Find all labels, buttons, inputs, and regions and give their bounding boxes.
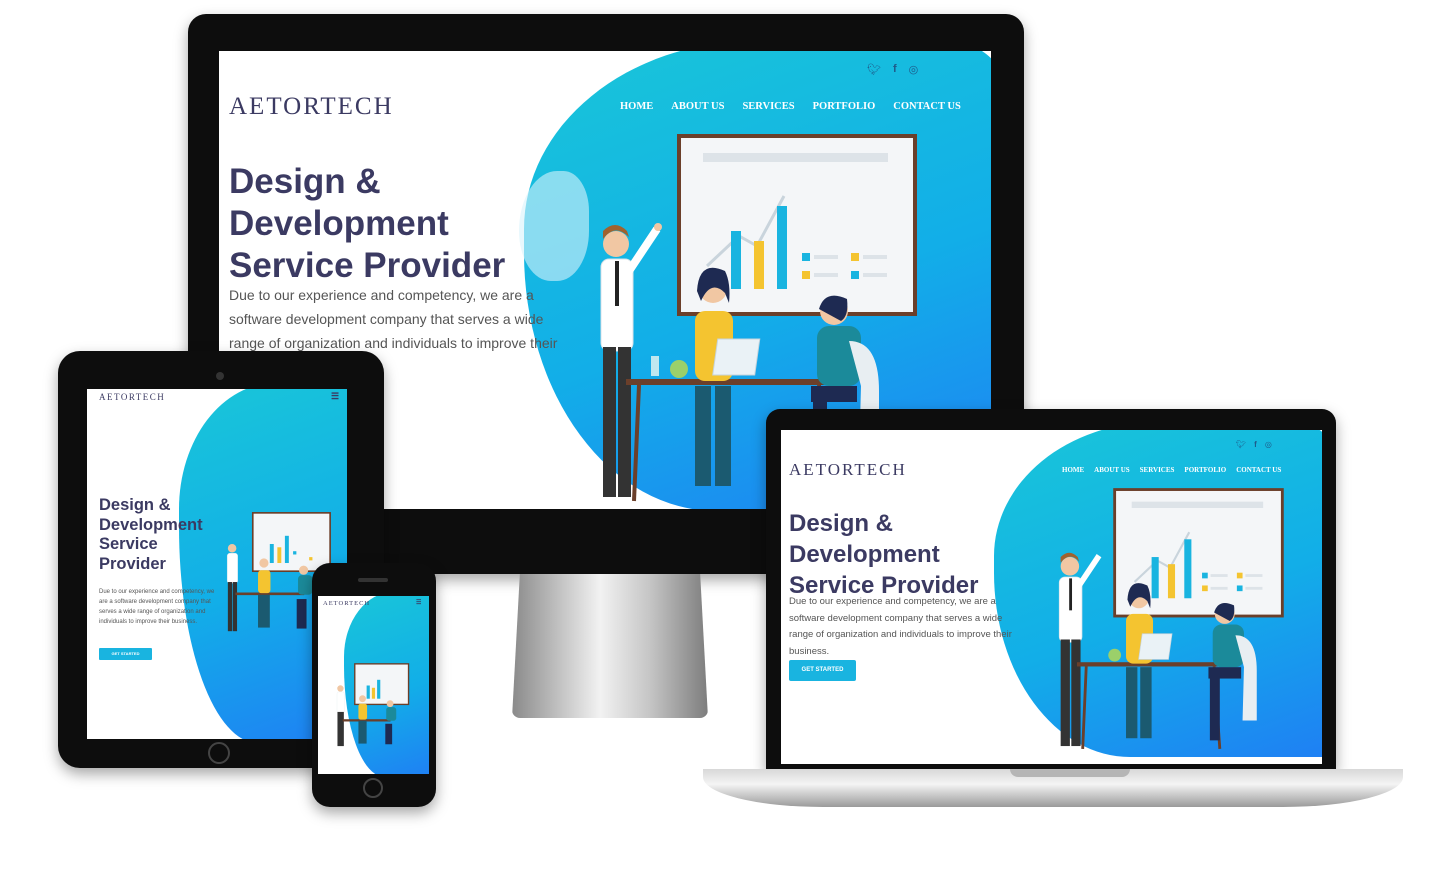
- website-laptop: 🐦︎ f ◎ AETORTECH HOME ABOUT US SERVICES …: [781, 430, 1322, 764]
- phone-speaker: [358, 578, 388, 582]
- brand-logo[interactable]: AETORTECH: [99, 392, 165, 402]
- hero-title-line-3: Service: [99, 535, 158, 553]
- hero-description: Due to our experience and competency, we…: [789, 596, 1012, 657]
- nav-home[interactable]: HOME: [620, 101, 653, 112]
- get-started-button[interactable]: GET STARTED: [789, 660, 856, 681]
- nav-portfolio[interactable]: PORTFOLIO: [1184, 466, 1226, 474]
- nav-services[interactable]: SERVICES: [742, 101, 794, 112]
- team-meeting-illustration: [336, 663, 410, 747]
- tablet-home-button[interactable]: [208, 742, 230, 764]
- main-nav: HOME ABOUT US SERVICES PORTFOLIO CONTACT…: [620, 101, 961, 112]
- brand-logo[interactable]: AETORTECH: [323, 600, 370, 607]
- social-links: 🐦︎ f ◎: [867, 63, 918, 76]
- tablet-camera: [216, 372, 224, 380]
- hero-title: Design & Development Service Provider: [789, 508, 1029, 601]
- hero-title-line-1: Design &: [99, 496, 171, 514]
- laptop-notch: [1010, 769, 1130, 777]
- phone-screen: AETORTECH ☰: [318, 596, 429, 774]
- hero-title-line-1: Design & Development: [229, 162, 449, 243]
- phone-home-button[interactable]: [363, 778, 383, 798]
- social-links: 🐦︎ f ◎: [1236, 440, 1272, 449]
- hero-title-line-4: Provider: [99, 554, 166, 573]
- twitter-icon[interactable]: 🐦︎: [867, 63, 881, 76]
- hero-description: Due to our experience and competency, we…: [99, 589, 215, 625]
- facebook-icon[interactable]: f: [1254, 440, 1257, 449]
- website-tablet: AETORTECH ☰ Design & Development Service…: [87, 389, 347, 739]
- laptop-screen: 🐦︎ f ◎ AETORTECH HOME ABOUT US SERVICES …: [781, 430, 1322, 764]
- nav-contact-us[interactable]: CONTACT US: [1236, 466, 1281, 474]
- hero-title-line-2: Service Provider: [229, 246, 506, 285]
- hero-title: Design & Development Service Provider: [229, 161, 579, 287]
- hero-title: Design & Development Service Provider: [99, 496, 219, 574]
- tablet-screen: AETORTECH ☰ Design & Development Service…: [87, 389, 347, 739]
- brand-logo[interactable]: AETORTECH: [789, 460, 907, 480]
- responsive-mockup: 🐦︎ f ◎ AETORTECH HOME ABOUT US SERVICES …: [0, 0, 1443, 873]
- hamburger-menu-icon[interactable]: ☰: [331, 391, 339, 402]
- facebook-icon[interactable]: f: [893, 63, 897, 76]
- twitter-icon[interactable]: 🐦︎: [1236, 440, 1246, 449]
- nav-about-us[interactable]: ABOUT US: [1094, 466, 1129, 474]
- hero-title-line-1: Design & Development: [789, 510, 940, 568]
- instagram-icon[interactable]: ◎: [909, 63, 919, 76]
- main-nav: HOME ABOUT US SERVICES PORTFOLIO CONTACT…: [1062, 466, 1281, 474]
- get-started-button[interactable]: GET STARTED: [99, 648, 152, 660]
- instagram-icon[interactable]: ◎: [1265, 440, 1272, 449]
- brand-logo[interactable]: AETORTECH: [229, 93, 394, 121]
- nav-services[interactable]: SERVICES: [1140, 466, 1175, 474]
- nav-about-us[interactable]: ABOUT US: [671, 101, 724, 112]
- team-meeting-illustration: [1058, 488, 1284, 749]
- monitor-stand: [512, 574, 708, 718]
- nav-contact-us[interactable]: CONTACT US: [893, 101, 961, 112]
- website-mobile: AETORTECH ☰: [318, 596, 429, 774]
- hamburger-menu-icon[interactable]: ☰: [416, 599, 421, 606]
- nav-portfolio[interactable]: PORTFOLIO: [813, 101, 876, 112]
- hero-title-line-2: Development: [99, 515, 203, 534]
- nav-home[interactable]: HOME: [1062, 466, 1084, 474]
